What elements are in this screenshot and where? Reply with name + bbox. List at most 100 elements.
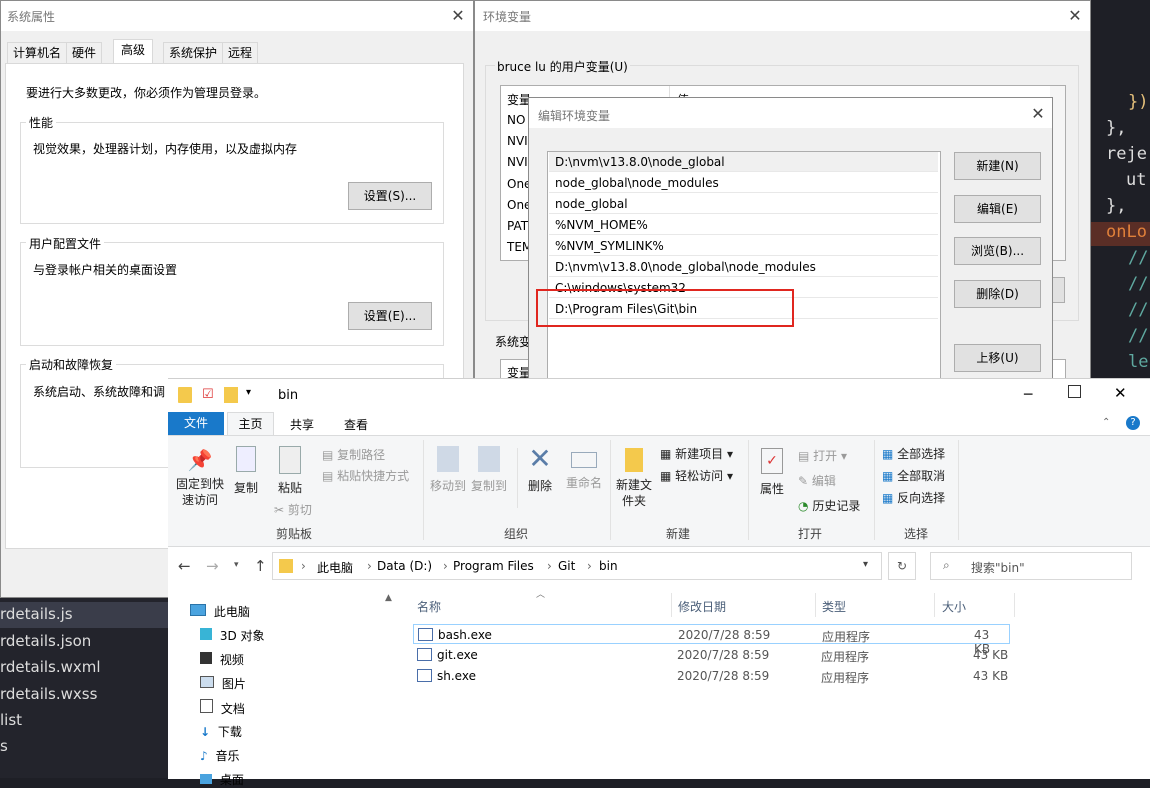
back-icon[interactable]: ← bbox=[178, 557, 191, 575]
tab-computer-name[interactable]: 计算机名 bbox=[7, 42, 68, 63]
recent-locations-icon[interactable]: ▾ bbox=[234, 560, 239, 570]
nav-downloads[interactable]: ↓ 下载 bbox=[200, 723, 242, 740]
edit-button[interactable]: ✎ 编辑 bbox=[798, 472, 836, 489]
properties-button[interactable]: ✓ 属性 bbox=[754, 448, 790, 497]
properties-icon[interactable]: ☑ bbox=[202, 387, 214, 402]
easy-access-button[interactable]: ▦ 轻松访问 ▾ bbox=[660, 467, 733, 484]
startup-recovery-label: 启动和故障恢复 bbox=[26, 356, 117, 373]
file-item[interactable]: list bbox=[0, 711, 22, 729]
path-item[interactable]: node_global\node_modules bbox=[549, 173, 938, 193]
pin-to-quick-access-button[interactable]: 📌 固定到快速访问 bbox=[174, 448, 226, 508]
nav-scrollbar[interactable]: ▲ bbox=[382, 591, 396, 779]
performance-settings-button[interactable]: 设置(S)... bbox=[348, 182, 432, 210]
file-row[interactable]: bash.exe 2020/7/28 8:59 应用程序 43 KB bbox=[413, 624, 1010, 656]
code-line: }, bbox=[1106, 196, 1127, 216]
forward-icon[interactable]: → bbox=[206, 557, 219, 575]
column-type[interactable]: 类型 bbox=[822, 598, 846, 615]
nav-music[interactable]: ♪ 音乐 bbox=[200, 747, 240, 764]
move-up-button[interactable]: 上移(U) bbox=[954, 344, 1041, 372]
delete-button[interactable]: 删除(D) bbox=[954, 280, 1041, 308]
edit-button[interactable]: 编辑(E) bbox=[954, 195, 1041, 223]
tab-share[interactable]: 共享 bbox=[290, 416, 314, 433]
new-button[interactable]: 新建(N) bbox=[954, 152, 1041, 180]
file-explorer-window: ☑ ▾ bin ─ ✕ 文件 主页 共享 查看 ⌃ ? 📌 固定到快速访问 复制… bbox=[168, 378, 1150, 787]
chevron-down-icon[interactable]: ▾ bbox=[863, 559, 868, 570]
select-all-button[interactable]: ▦ 全部选择 bbox=[882, 445, 945, 462]
window-title: 编辑环境变量 bbox=[538, 109, 611, 123]
close-icon[interactable]: ✕ bbox=[1064, 5, 1086, 27]
tab-remote[interactable]: 远程 bbox=[222, 42, 259, 63]
paste-shortcut-button[interactable]: ▤ 粘贴快捷方式 bbox=[322, 467, 409, 484]
file-item[interactable]: rdetails.json bbox=[0, 632, 91, 650]
search-input[interactable]: ⌕ 搜索"bin" bbox=[930, 552, 1132, 580]
path-item[interactable]: %NVM_HOME% bbox=[549, 215, 938, 235]
file-row[interactable]: sh.exe 2020/7/28 8:59 应用程序 43 KB bbox=[413, 666, 1010, 686]
variable-row[interactable]: NVI bbox=[507, 155, 528, 169]
file-item[interactable]: s bbox=[0, 737, 8, 755]
exe-icon bbox=[418, 628, 433, 641]
chevron-up-icon[interactable]: ▲ bbox=[385, 593, 392, 603]
history-button[interactable]: ◔ 历史记录 bbox=[798, 497, 860, 514]
chevron-down-icon[interactable]: ▾ bbox=[246, 387, 251, 398]
file-date: 2020/7/28 8:59 bbox=[677, 648, 770, 662]
nav-videos[interactable]: 视频 bbox=[200, 651, 244, 668]
tab-file[interactable]: 文件 bbox=[168, 412, 224, 435]
tab-system-protection[interactable]: 系统保护 bbox=[163, 42, 224, 63]
breadcrumb-data-drive[interactable]: Data (D:) bbox=[377, 559, 432, 573]
copy-button[interactable]: 复制 bbox=[228, 446, 264, 496]
ribbon-close-icon[interactable]: ⌃ bbox=[1102, 417, 1110, 428]
breadcrumb-git[interactable]: Git bbox=[558, 559, 575, 573]
address-bar[interactable]: › 此电脑 › Data (D:) › Program Files › Git … bbox=[272, 552, 882, 580]
maximize-icon[interactable] bbox=[1068, 385, 1081, 398]
tab-home[interactable]: 主页 bbox=[227, 412, 274, 436]
rename-button[interactable]: 重命名 bbox=[562, 446, 606, 491]
open-button[interactable]: ▤ 打开 ▾ bbox=[798, 447, 847, 464]
new-folder-button[interactable]: 新建文件夹 bbox=[614, 448, 654, 509]
browse-button[interactable]: 浏览(B)... bbox=[954, 237, 1041, 265]
new-item-button[interactable]: ▦ 新建项目 ▾ bbox=[660, 445, 733, 462]
path-item[interactable]: D:\nvm\v13.8.0\node_global bbox=[549, 152, 938, 172]
help-icon[interactable]: ? bbox=[1126, 416, 1140, 430]
breadcrumb-this-pc[interactable]: 此电脑 bbox=[317, 559, 353, 576]
invert-selection-button[interactable]: ▦ 反向选择 bbox=[882, 489, 945, 506]
select-none-button[interactable]: ▦ 全部取消 bbox=[882, 467, 945, 484]
refresh-button[interactable]: ↻ bbox=[888, 552, 916, 580]
column-name[interactable]: 名称 bbox=[417, 598, 441, 615]
nav-this-pc[interactable]: 此电脑 bbox=[190, 603, 250, 620]
path-item[interactable]: D:\nvm\v13.8.0\node_global\node_modules bbox=[549, 257, 938, 277]
column-date[interactable]: 修改日期 bbox=[678, 598, 726, 615]
file-item[interactable]: rdetails.wxml bbox=[0, 658, 101, 676]
delete-button[interactable]: ✕ 删除 bbox=[522, 444, 558, 494]
user-profile-settings-button[interactable]: 设置(E)... bbox=[348, 302, 432, 330]
move-to-button[interactable]: 移动到 bbox=[427, 446, 469, 494]
copy-to-button[interactable]: 复制到 bbox=[468, 446, 510, 494]
tab-hardware[interactable]: 硬件 bbox=[66, 42, 103, 63]
paste-button[interactable]: 粘贴 bbox=[272, 446, 308, 496]
path-item[interactable]: node_global bbox=[549, 194, 938, 214]
tab-view[interactable]: 查看 bbox=[344, 416, 368, 433]
nav-3d-objects[interactable]: 3D 对象 bbox=[200, 627, 265, 644]
up-icon[interactable]: ↑ bbox=[254, 557, 267, 575]
breadcrumb-program-files[interactable]: Program Files bbox=[453, 559, 534, 573]
close-icon[interactable]: ✕ bbox=[1114, 384, 1127, 402]
column-size[interactable]: 大小 bbox=[942, 598, 966, 615]
variable-row[interactable]: NO bbox=[507, 113, 525, 127]
nav-desktop[interactable]: 桌面 bbox=[200, 771, 244, 788]
copy-path-button[interactable]: ▤ 复制路径 bbox=[322, 446, 385, 463]
new-folder-icon[interactable] bbox=[224, 387, 238, 403]
cut-button[interactable]: ✂ 剪切 bbox=[274, 501, 312, 518]
copy-path-icon: ▤ bbox=[322, 448, 334, 462]
close-icon[interactable]: ✕ bbox=[1027, 103, 1049, 125]
minimize-icon[interactable]: ─ bbox=[1024, 387, 1032, 403]
nav-documents[interactable]: 文档 bbox=[200, 699, 245, 717]
file-row[interactable]: git.exe 2020/7/28 8:59 应用程序 43 KB bbox=[413, 645, 1010, 665]
tab-advanced[interactable]: 高级 bbox=[113, 39, 154, 64]
file-item[interactable]: rdetails.js bbox=[0, 605, 73, 623]
breadcrumb-bin[interactable]: bin bbox=[599, 559, 618, 573]
variable-row[interactable]: NVI bbox=[507, 134, 528, 148]
path-item[interactable]: %NVM_SYMLINK% bbox=[549, 236, 938, 256]
close-icon[interactable]: ✕ bbox=[447, 5, 469, 27]
nav-pictures[interactable]: 图片 bbox=[200, 675, 246, 692]
file-item[interactable]: rdetails.wxss bbox=[0, 685, 97, 703]
variable-row[interactable]: PAT bbox=[507, 219, 528, 233]
